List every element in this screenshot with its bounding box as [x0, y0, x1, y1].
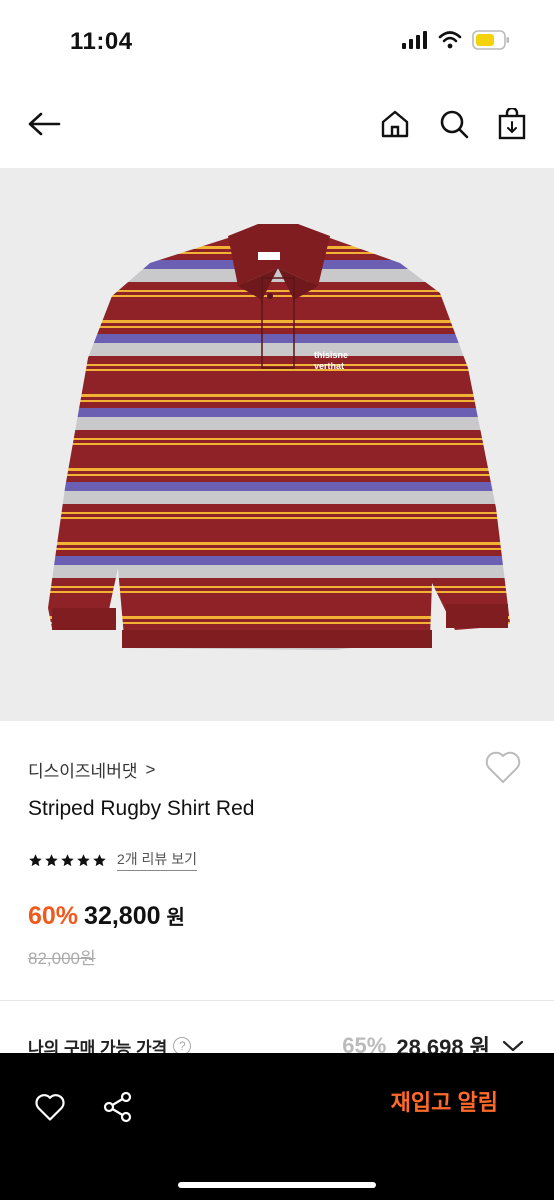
home-indicator — [178, 1182, 376, 1188]
review-link[interactable]: 2개 리뷰 보기 — [117, 849, 197, 871]
bottom-wishlist-button[interactable] — [30, 1087, 70, 1127]
wishlist-button[interactable] — [484, 749, 524, 789]
heart-icon — [35, 1094, 65, 1121]
heart-outline-icon — [485, 751, 521, 783]
product-image[interactable]: thisisne verthat — [0, 168, 554, 721]
sale-price-currency: 원 — [166, 907, 185, 929]
nav-bar — [0, 90, 554, 160]
status-icons — [402, 30, 510, 55]
share-icon — [103, 1091, 132, 1123]
rating-stars — [28, 853, 107, 868]
chevron-right-icon: > — [145, 759, 156, 779]
search-icon — [440, 110, 469, 139]
star-icon — [93, 853, 106, 866]
rugby-shirt-illustration: thisisne verthat — [0, 168, 554, 721]
product-name: Striped Rugby Shirt Red — [28, 797, 255, 820]
battery-icon — [472, 30, 510, 55]
price-row: 60% 32,800 원 — [28, 901, 185, 931]
brand-link[interactable]: 디스이즈네버댓 > — [28, 757, 155, 782]
search-button[interactable] — [434, 104, 474, 144]
star-icon — [45, 853, 58, 866]
brand-name: 디스이즈네버댓 — [28, 762, 138, 781]
signal-icon — [402, 31, 428, 54]
shopping-bag-icon — [498, 108, 526, 140]
star-icon — [29, 853, 42, 866]
back-arrow-icon — [28, 112, 61, 136]
cart-button[interactable] — [492, 104, 532, 144]
restock-alert-button[interactable]: 재입고 알림 — [391, 1085, 498, 1117]
wifi-icon — [438, 31, 462, 54]
image-logo-line-2: verthat — [314, 361, 344, 371]
share-button[interactable] — [98, 1087, 138, 1127]
home-icon — [381, 110, 409, 138]
back-button[interactable] — [24, 104, 64, 144]
image-logo-line-1: thisisne — [314, 350, 348, 360]
star-icon — [61, 853, 74, 866]
star-icon — [77, 853, 90, 866]
original-price: 82,000원 — [28, 949, 96, 968]
home-button[interactable] — [375, 104, 415, 144]
discount-rate: 60% — [28, 902, 79, 930]
status-time: 11:04 — [70, 28, 133, 55]
chevron-down-icon — [502, 1040, 524, 1052]
sale-price: 32,800 — [84, 902, 161, 930]
rating-row: 2개 리뷰 보기 — [28, 849, 197, 871]
bottom-action-bar: 재입고 알림 — [0, 1053, 554, 1200]
status-bar: 11:04 — [0, 0, 554, 80]
divider — [0, 1000, 554, 1001]
